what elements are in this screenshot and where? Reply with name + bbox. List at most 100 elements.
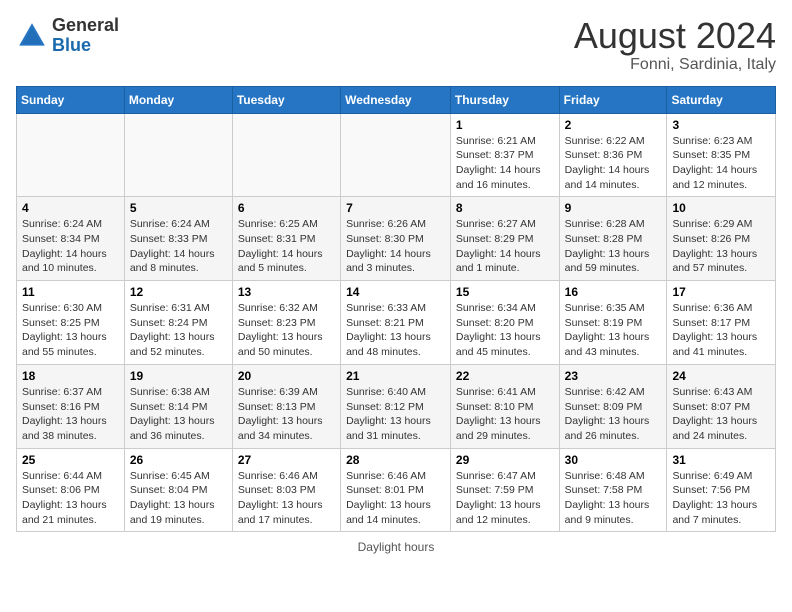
day-number: 27 [238, 453, 335, 467]
calendar-cell: 8 Sunrise: 6:27 AM Sunset: 8:29 PM Daylig… [450, 197, 559, 281]
day-info: Sunrise: 6:34 AM Sunset: 8:20 PM Dayligh… [456, 301, 554, 360]
day-info: Sunrise: 6:45 AM Sunset: 8:04 PM Dayligh… [130, 469, 227, 528]
day-info: Sunrise: 6:48 AM Sunset: 7:58 PM Dayligh… [565, 469, 662, 528]
day-number: 9 [565, 201, 662, 215]
month-year: August 2024 [574, 16, 776, 56]
logo-general: General [52, 15, 119, 35]
day-number: 5 [130, 201, 227, 215]
day-info: Sunrise: 6:33 AM Sunset: 8:21 PM Dayligh… [346, 301, 445, 360]
day-info: Sunrise: 6:24 AM Sunset: 8:34 PM Dayligh… [22, 217, 119, 276]
weekday-header: Friday [559, 86, 667, 113]
calendar-cell: 9 Sunrise: 6:28 AM Sunset: 8:28 PM Daylig… [559, 197, 667, 281]
calendar-cell: 28Sunrise: 6:46 AM Sunset: 8:01 PM Dayli… [341, 448, 451, 532]
calendar-cell: 20 Sunrise: 6:39 AM Sunset: 8:13 PM Dayli… [232, 364, 340, 448]
day-number: 22 [456, 369, 554, 383]
calendar-cell: 21Sunrise: 6:40 AM Sunset: 8:12 PM Dayli… [341, 364, 451, 448]
calendar-cell: 27 Sunrise: 6:46 AM Sunset: 8:03 PM Dayli… [232, 448, 340, 532]
day-number: 24 [672, 369, 770, 383]
calendar-week-row: 1 Sunrise: 6:21 AM Sunset: 8:37 PM Daylig… [17, 113, 776, 197]
calendar-cell [232, 113, 340, 197]
day-number: 4 [22, 201, 119, 215]
location: Fonni, Sardinia, Italy [574, 56, 776, 74]
calendar-cell: 3 Sunrise: 6:23 AM Sunset: 8:35 PM Daylig… [667, 113, 776, 197]
day-info: Sunrise: 6:30 AM Sunset: 8:25 PM Dayligh… [22, 301, 119, 360]
calendar-cell: 14 Sunrise: 6:33 AM Sunset: 8:21 PM Dayli… [341, 281, 451, 365]
day-info: Sunrise: 6:27 AM Sunset: 8:29 PM Dayligh… [456, 217, 554, 276]
calendar-cell: 5 Sunrise: 6:24 AM Sunset: 8:33 PM Daylig… [124, 197, 232, 281]
day-number: 2 [565, 118, 662, 132]
calendar-cell: 2Sunrise: 6:22 AM Sunset: 8:36 PM Daylig… [559, 113, 667, 197]
calendar-cell: 7 Sunrise: 6:26 AM Sunset: 8:30 PM Daylig… [341, 197, 451, 281]
day-number: 16 [565, 285, 662, 299]
calendar-cell: 11Sunrise: 6:30 AM Sunset: 8:25 PM Dayli… [17, 281, 125, 365]
calendar-cell: 6Sunrise: 6:25 AM Sunset: 8:31 PM Daylig… [232, 197, 340, 281]
day-info: Sunrise: 6:39 AM Sunset: 8:13 PM Dayligh… [238, 385, 335, 444]
day-info: Sunrise: 6:44 AM Sunset: 8:06 PM Dayligh… [22, 469, 119, 528]
calendar-cell: 10 Sunrise: 6:29 AM Sunset: 8:26 PM Dayli… [667, 197, 776, 281]
day-number: 20 [238, 369, 335, 383]
day-info: Sunrise: 6:32 AM Sunset: 8:23 PM Dayligh… [238, 301, 335, 360]
calendar-cell: 15 Sunrise: 6:34 AM Sunset: 8:20 PM Dayli… [450, 281, 559, 365]
day-number: 19 [130, 369, 227, 383]
day-number: 12 [130, 285, 227, 299]
day-number: 15 [456, 285, 554, 299]
day-number: 17 [672, 285, 770, 299]
logo-text: General Blue [52, 16, 119, 56]
calendar-cell [341, 113, 451, 197]
title-block: August 2024 Fonni, Sardinia, Italy [574, 16, 776, 74]
calendar-cell: 18Sunrise: 6:37 AM Sunset: 8:16 PM Dayli… [17, 364, 125, 448]
day-number: 28 [346, 453, 445, 467]
calendar-cell [124, 113, 232, 197]
day-number: 26 [130, 453, 227, 467]
day-number: 6 [238, 201, 335, 215]
day-info: Sunrise: 6:29 AM Sunset: 8:26 PM Dayligh… [672, 217, 770, 276]
day-info: Sunrise: 6:41 AM Sunset: 8:10 PM Dayligh… [456, 385, 554, 444]
weekday-header: Monday [124, 86, 232, 113]
weekday-header: Sunday [17, 86, 125, 113]
day-number: 7 [346, 201, 445, 215]
day-info: Sunrise: 6:21 AM Sunset: 8:37 PM Dayligh… [456, 134, 554, 193]
calendar-cell: 24Sunrise: 6:43 AM Sunset: 8:07 PM Dayli… [667, 364, 776, 448]
daylight-note: Daylight hours [16, 540, 776, 554]
logo-blue: Blue [52, 35, 91, 55]
calendar-cell: 13Sunrise: 6:32 AM Sunset: 8:23 PM Dayli… [232, 281, 340, 365]
day-number: 29 [456, 453, 554, 467]
page-header: General Blue August 2024 Fonni, Sardinia… [16, 16, 776, 74]
day-info: Sunrise: 6:40 AM Sunset: 8:12 PM Dayligh… [346, 385, 445, 444]
day-info: Sunrise: 6:38 AM Sunset: 8:14 PM Dayligh… [130, 385, 227, 444]
calendar-cell: 25 Sunrise: 6:44 AM Sunset: 8:06 PM Dayli… [17, 448, 125, 532]
day-number: 30 [565, 453, 662, 467]
day-number: 10 [672, 201, 770, 215]
calendar-cell: 31Sunrise: 6:49 AM Sunset: 7:56 PM Dayli… [667, 448, 776, 532]
weekday-header: Wednesday [341, 86, 451, 113]
calendar-cell [17, 113, 125, 197]
day-number: 25 [22, 453, 119, 467]
day-info: Sunrise: 6:26 AM Sunset: 8:30 PM Dayligh… [346, 217, 445, 276]
day-info: Sunrise: 6:28 AM Sunset: 8:28 PM Dayligh… [565, 217, 662, 276]
day-info: Sunrise: 6:46 AM Sunset: 8:03 PM Dayligh… [238, 469, 335, 528]
calendar-cell: 26 Sunrise: 6:45 AM Sunset: 8:04 PM Dayli… [124, 448, 232, 532]
day-number: 18 [22, 369, 119, 383]
weekday-header: Thursday [450, 86, 559, 113]
calendar-week-row: 18Sunrise: 6:37 AM Sunset: 8:16 PM Dayli… [17, 364, 776, 448]
calendar-cell: 30 Sunrise: 6:48 AM Sunset: 7:58 PM Dayli… [559, 448, 667, 532]
day-info: Sunrise: 6:36 AM Sunset: 8:17 PM Dayligh… [672, 301, 770, 360]
calendar-cell: 17 Sunrise: 6:36 AM Sunset: 8:17 PM Dayli… [667, 281, 776, 365]
day-info: Sunrise: 6:47 AM Sunset: 7:59 PM Dayligh… [456, 469, 554, 528]
day-info: Sunrise: 6:35 AM Sunset: 8:19 PM Dayligh… [565, 301, 662, 360]
calendar-cell: 16 Sunrise: 6:35 AM Sunset: 8:19 PM Dayli… [559, 281, 667, 365]
calendar-week-row: 25 Sunrise: 6:44 AM Sunset: 8:06 PM Dayli… [17, 448, 776, 532]
day-number: 31 [672, 453, 770, 467]
day-info: Sunrise: 6:23 AM Sunset: 8:35 PM Dayligh… [672, 134, 770, 193]
day-number: 3 [672, 118, 770, 132]
day-number: 8 [456, 201, 554, 215]
calendar-table: SundayMondayTuesdayWednesdayThursdayFrid… [16, 86, 776, 533]
calendar-cell: 23Sunrise: 6:42 AM Sunset: 8:09 PM Dayli… [559, 364, 667, 448]
day-number: 23 [565, 369, 662, 383]
day-number: 1 [456, 118, 554, 132]
day-info: Sunrise: 6:31 AM Sunset: 8:24 PM Dayligh… [130, 301, 227, 360]
logo: General Blue [16, 16, 119, 56]
calendar-cell: 4 Sunrise: 6:24 AM Sunset: 8:34 PM Daylig… [17, 197, 125, 281]
day-number: 14 [346, 285, 445, 299]
day-info: Sunrise: 6:24 AM Sunset: 8:33 PM Dayligh… [130, 217, 227, 276]
